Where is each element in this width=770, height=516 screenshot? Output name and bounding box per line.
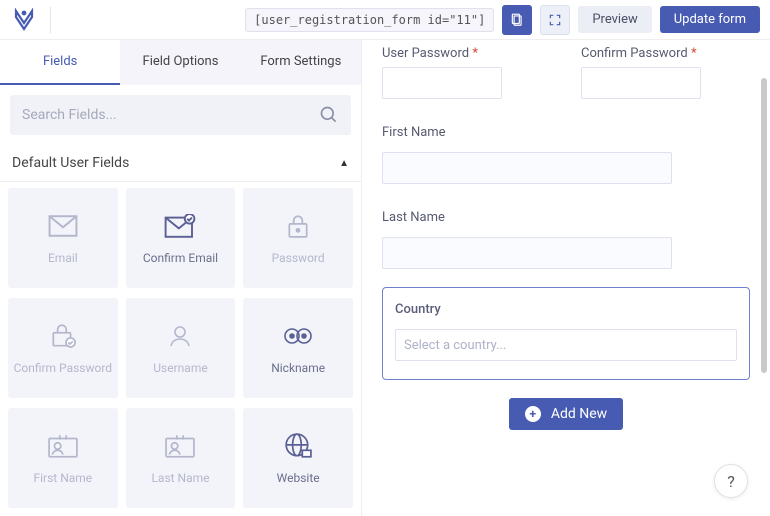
globe-icon <box>284 431 312 461</box>
section-default-user-fields[interactable]: Default User Fields ▲ <box>0 145 361 182</box>
field-label-last-name: Last Name <box>382 210 750 225</box>
canvas-scrollbar[interactable] <box>761 78 767 373</box>
divider <box>50 7 51 33</box>
field-tile-confirm-email[interactable]: Confirm Email <box>126 188 236 288</box>
field-label-first-name: First Name <box>382 125 750 140</box>
mail-icon <box>48 211 78 241</box>
plus-icon: + <box>525 406 541 422</box>
tab-form-settings[interactable]: Form Settings <box>241 40 361 85</box>
tab-field-options[interactable]: Field Options <box>120 40 240 85</box>
tab-fields[interactable]: Fields <box>0 40 120 85</box>
required-icon: * <box>691 46 697 61</box>
panel-tabs: Fields Field Options Form Settings <box>0 40 361 85</box>
expand-icon <box>548 13 562 27</box>
field-label-country: Country <box>395 302 737 317</box>
tile-label: Confirm Email <box>143 251 218 265</box>
top-toolbar: [user_registration_form id="11"] Preview… <box>0 0 770 40</box>
id-card-icon <box>48 431 78 461</box>
add-new-label: Add New <box>551 406 607 422</box>
preview-button[interactable]: Preview <box>578 6 651 33</box>
section-title: Default User Fields <box>12 155 129 171</box>
tile-label: Website <box>277 471 320 485</box>
tile-label: Password <box>272 251 325 265</box>
chevron-up-icon: ▲ <box>339 158 349 169</box>
lock-icon <box>285 211 311 241</box>
search-icon <box>319 105 339 125</box>
field-tile-password[interactable]: Password <box>243 188 353 288</box>
help-button[interactable]: ? <box>714 464 748 498</box>
tile-label: Nickname <box>271 361 325 375</box>
required-icon: * <box>472 46 478 61</box>
shortcode-display: [user_registration_form id="11"] <box>245 8 494 32</box>
first-name-input[interactable] <box>382 152 672 184</box>
field-label-confirm-password: Confirm Password * <box>581 46 750 61</box>
add-new-row-button[interactable]: + Add New <box>509 398 623 430</box>
eyes-icon <box>283 321 313 351</box>
tile-label: Email <box>48 251 78 265</box>
country-select[interactable] <box>395 329 737 361</box>
tile-label: Last Name <box>151 471 209 485</box>
tile-label: First Name <box>33 471 92 485</box>
lock-check-icon <box>49 321 77 351</box>
tile-label: Username <box>153 361 207 375</box>
fullscreen-button[interactable] <box>540 5 570 35</box>
user-password-input[interactable] <box>382 67 502 99</box>
field-tile-confirm-password[interactable]: Confirm Password <box>8 298 118 398</box>
user-icon <box>168 321 192 351</box>
form-canvas: User Password * Confirm Password * First… <box>362 40 770 516</box>
field-tile-nickname[interactable]: Nickname <box>243 298 353 398</box>
field-tile-last-name[interactable]: Last Name <box>126 408 236 508</box>
update-form-button[interactable]: Update form <box>660 6 760 33</box>
clipboard-icon <box>510 13 524 27</box>
selected-field-country[interactable]: Country <box>382 287 750 380</box>
search-input[interactable] <box>22 107 319 123</box>
field-tile-username[interactable]: Username <box>126 298 236 398</box>
left-panel: Fields Field Options Form Settings Defau… <box>0 40 362 516</box>
copy-shortcode-button[interactable] <box>502 5 532 35</box>
field-grid: Email Confirm Email Password Confirm Passwo… <box>0 182 361 516</box>
last-name-input[interactable] <box>382 237 672 269</box>
app-logo <box>10 6 38 34</box>
tile-label: Confirm Password <box>14 361 113 375</box>
field-tile-email[interactable]: Email <box>8 188 118 288</box>
field-label-user-password: User Password * <box>382 46 551 61</box>
search-box <box>10 95 351 135</box>
id-card-icon <box>165 431 195 461</box>
field-tile-first-name[interactable]: First Name <box>8 408 118 508</box>
question-icon: ? <box>727 472 735 491</box>
field-tile-website[interactable]: Website <box>243 408 353 508</box>
confirm-password-input[interactable] <box>581 67 701 99</box>
mail-check-icon <box>164 211 196 241</box>
